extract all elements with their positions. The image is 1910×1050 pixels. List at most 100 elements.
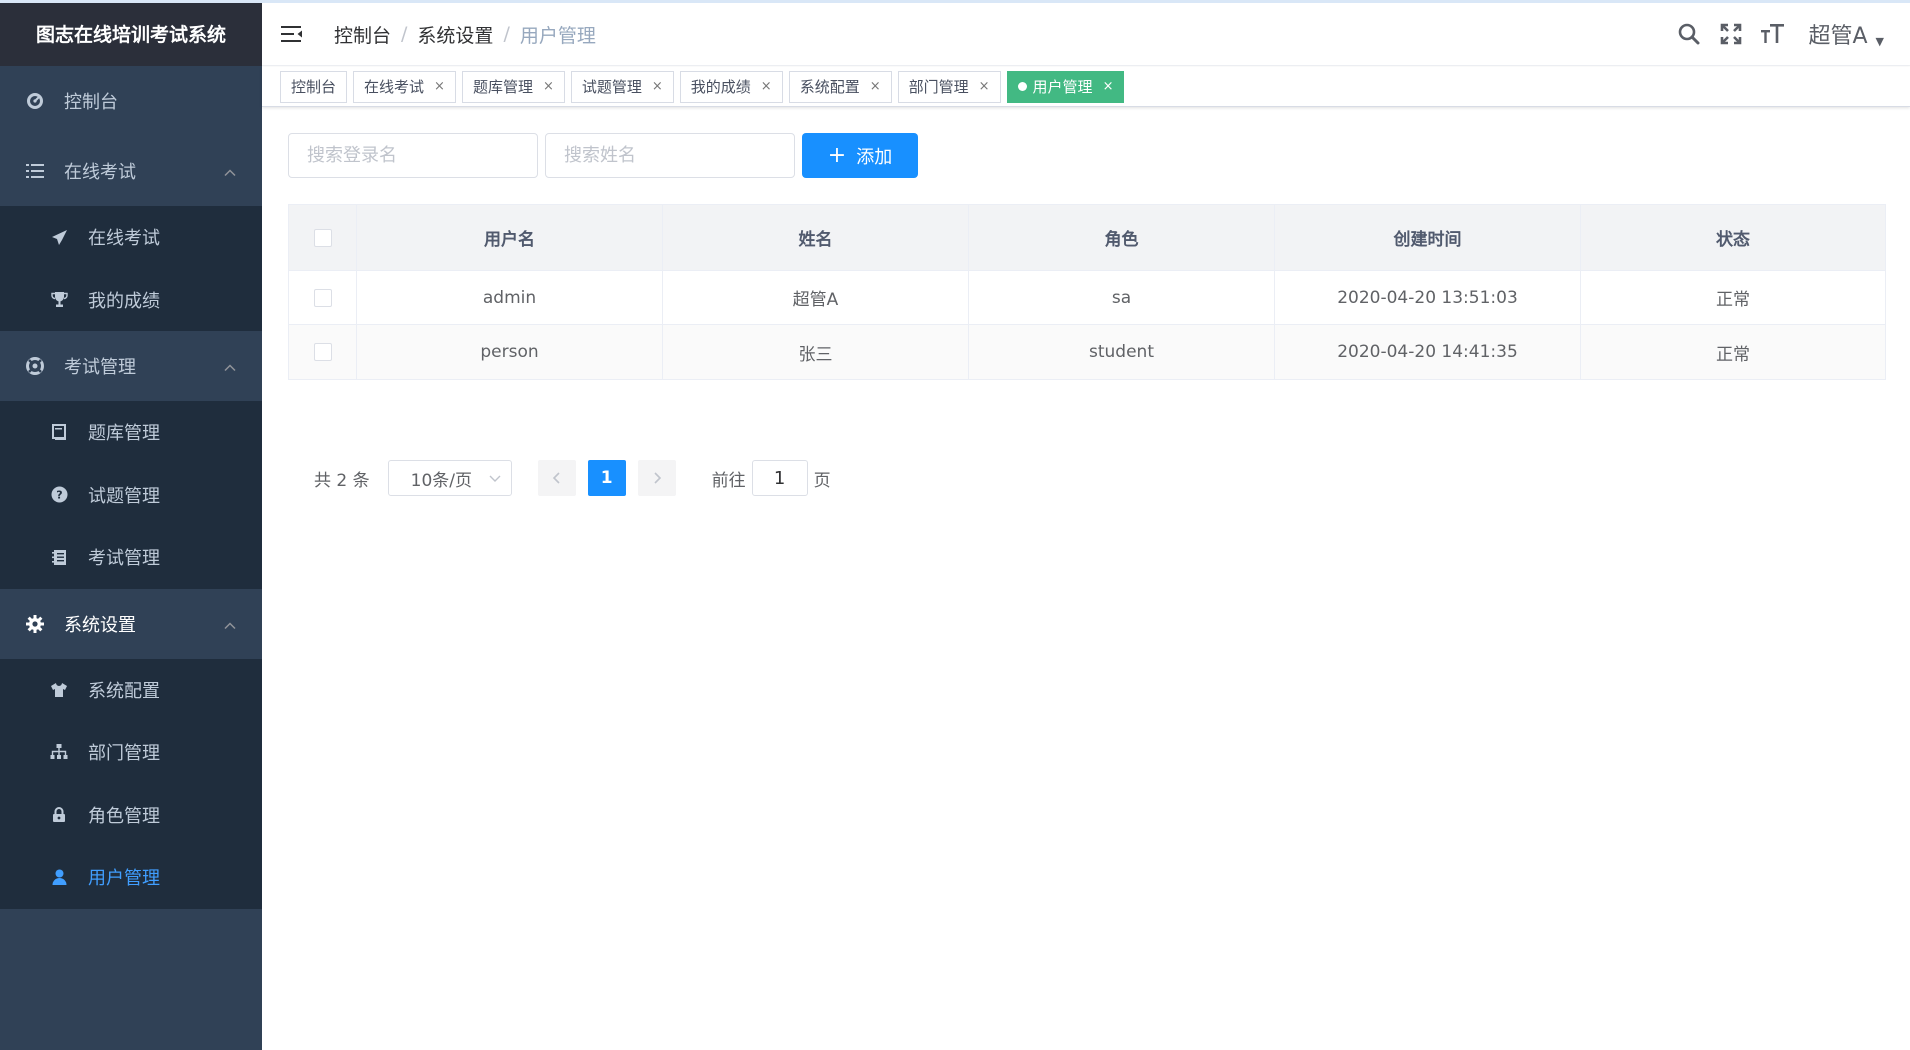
- breadcrumb-separator: /: [503, 23, 510, 45]
- close-icon[interactable]: ×: [979, 79, 990, 94]
- goto-page-input[interactable]: [751, 460, 808, 496]
- cell-create-time: 2020-04-20 14:41:35: [1275, 325, 1581, 379]
- breadcrumb-item-system-settings[interactable]: 系统设置: [417, 21, 493, 48]
- close-icon[interactable]: ×: [870, 79, 881, 94]
- sidebar-group-online-exam[interactable]: 在线考试: [0, 136, 262, 206]
- tag-department[interactable]: 部门管理 ×: [897, 70, 1001, 103]
- chevron-down-icon: [489, 469, 501, 492]
- book-icon: [48, 421, 70, 443]
- pagination-total: 共 2 条: [314, 470, 370, 491]
- tag-dashboard[interactable]: 控制台: [280, 70, 348, 103]
- tag-online-exam[interactable]: 在线考试 ×: [353, 70, 456, 103]
- tag-my-scores[interactable]: 我的成绩 ×: [679, 70, 783, 103]
- sidebar-item-my-scores[interactable]: 我的成绩: [0, 269, 262, 332]
- table-row[interactable]: person 张三 student 2020-04-20 14:41:35 正常: [289, 325, 1885, 379]
- caret-down-icon[interactable]: ▼: [1876, 35, 1884, 48]
- breadcrumb-item-dashboard[interactable]: 控制台: [334, 21, 391, 48]
- sidebar-item-label: 考试管理: [64, 357, 136, 378]
- sidebar: 图志在线培训考试系统 控制台 在线考试 在线考试 我的成绩 考试管理 题库管理 …: [0, 0, 262, 1050]
- sidebar-item-label: 用户管理: [88, 868, 160, 890]
- column-header-status[interactable]: 状态: [1581, 205, 1885, 270]
- fullscreen-icon[interactable]: [1710, 3, 1752, 66]
- close-icon[interactable]: ×: [1103, 79, 1114, 94]
- tag-label: 试题管理: [581, 78, 642, 96]
- page-size-value: 10条/页: [410, 470, 472, 491]
- search-real-name-input[interactable]: [545, 133, 795, 178]
- add-button[interactable]: + 添加: [802, 133, 918, 178]
- select-all-checkbox[interactable]: [313, 228, 332, 247]
- tag-user-management[interactable]: 用户管理 ×: [1006, 70, 1125, 103]
- tag-label: 系统配置: [799, 78, 860, 96]
- header-right-menu: 超管A ▼: [1668, 3, 1910, 66]
- row-checkbox-cell: [289, 271, 357, 324]
- breadcrumb-separator: /: [401, 23, 408, 45]
- top-accent-bar: [0, 0, 1910, 3]
- sidebar-item-label: 在线考试: [88, 228, 160, 250]
- sidebar-item-department[interactable]: 部门管理: [0, 721, 262, 784]
- notebook-icon: [48, 546, 70, 568]
- column-header-role[interactable]: 角色: [969, 205, 1275, 270]
- page-number-active[interactable]: 1: [587, 460, 626, 496]
- breadcrumb: 控制台 / 系统设置 / 用户管理: [334, 21, 596, 48]
- lock-icon: [48, 804, 70, 826]
- sidebar-item-role[interactable]: 角色管理: [0, 784, 262, 847]
- sidebar-item-question-management[interactable]: ? 试题管理: [0, 464, 262, 527]
- active-dot-icon: [1017, 82, 1027, 91]
- pagination: 共 2 条 10条/页 1 前往 页: [314, 460, 831, 496]
- sidebar-item-exam-management[interactable]: 考试管理: [0, 526, 262, 589]
- tag-system-config[interactable]: 系统配置 ×: [788, 70, 892, 103]
- filter-bar: + 添加: [288, 133, 918, 178]
- chevron-up-icon: [224, 356, 236, 377]
- font-size-icon[interactable]: [1752, 3, 1794, 66]
- prev-page-button[interactable]: [537, 460, 576, 496]
- column-header-username[interactable]: 用户名: [357, 205, 663, 270]
- sidebar-item-user[interactable]: 用户管理: [0, 846, 262, 909]
- close-icon[interactable]: ×: [652, 79, 663, 94]
- submenu-system-settings: 系统配置 部门管理 角色管理 用户管理: [0, 658, 262, 909]
- sidebar-item-label: 控制台: [64, 92, 118, 113]
- sidebar-group-exam-management[interactable]: 考试管理: [0, 331, 262, 401]
- tag-question-bank[interactable]: 题库管理 ×: [461, 70, 565, 103]
- breadcrumb-item-current: 用户管理: [519, 24, 596, 47]
- sidebar-item-label: 题库管理: [88, 423, 160, 445]
- sidebar-item-dashboard[interactable]: 控制台: [0, 66, 262, 136]
- cell-status: 正常: [1716, 344, 1750, 365]
- cell-status: 正常: [1716, 290, 1750, 310]
- add-button-label: 添加: [856, 146, 893, 168]
- tag-question-management[interactable]: 试题管理 ×: [570, 70, 674, 103]
- table-header-checkbox-cell: [289, 205, 357, 270]
- sidebar-item-online-exam[interactable]: 在线考试: [0, 206, 262, 269]
- chevron-up-icon: [224, 613, 236, 634]
- main-content: + 添加 用户名 姓名 角色 创建时间 状态 admin 超管A sa 2020…: [262, 108, 1910, 1050]
- column-header-create-time[interactable]: 创建时间: [1275, 205, 1581, 270]
- close-icon[interactable]: ×: [543, 79, 554, 94]
- search-login-name-input[interactable]: [288, 133, 538, 178]
- sidebar-item-system-config[interactable]: 系统配置: [0, 659, 262, 722]
- row-checkbox[interactable]: [313, 288, 332, 307]
- next-page-button[interactable]: [637, 460, 676, 496]
- app-title: 图志在线培训考试系统: [0, 0, 262, 66]
- table-header-row: 用户名 姓名 角色 创建时间 状态: [289, 205, 1885, 271]
- question-icon: ?: [48, 484, 70, 506]
- close-icon[interactable]: ×: [761, 79, 772, 94]
- page-size-select[interactable]: 10条/页: [387, 460, 512, 496]
- cell-username: person: [357, 325, 663, 379]
- row-checkbox[interactable]: [313, 343, 332, 361]
- column-header-real-name[interactable]: 姓名: [663, 205, 969, 270]
- sidebar-item-label: 系统配置: [88, 680, 160, 702]
- table-row[interactable]: admin 超管A sa 2020-04-20 13:51:03 正常: [289, 271, 1885, 325]
- chevron-up-icon: [224, 161, 236, 182]
- sidebar-item-label: 在线考试: [64, 162, 136, 183]
- sidebar-item-label: 考试管理: [88, 548, 160, 570]
- sidebar-item-label: 试题管理: [88, 485, 160, 507]
- shirt-icon: [48, 679, 70, 701]
- sidebar-item-question-bank[interactable]: 题库管理: [0, 401, 262, 464]
- hamburger-icon[interactable]: [262, 3, 322, 66]
- sidebar-item-label: 系统设置: [64, 614, 136, 636]
- close-icon[interactable]: ×: [434, 79, 445, 94]
- sidebar-group-system-settings[interactable]: 系统设置: [0, 589, 262, 659]
- search-icon[interactable]: [1668, 3, 1710, 66]
- sidebar-item-label: 部门管理: [88, 743, 160, 765]
- user-name[interactable]: 超管A: [1808, 18, 1867, 50]
- sidebar-item-label: 角色管理: [88, 805, 160, 827]
